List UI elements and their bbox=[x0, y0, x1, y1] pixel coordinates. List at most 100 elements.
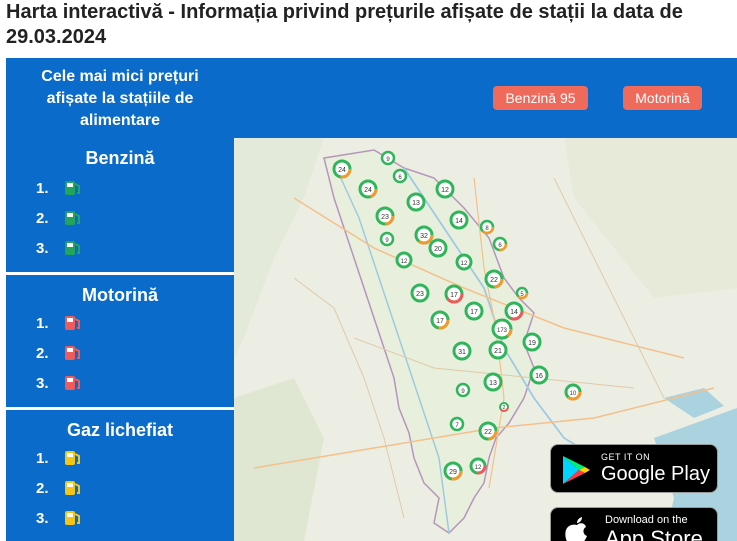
cluster-count: 21 bbox=[494, 348, 502, 355]
gas-pump-icon[interactable] bbox=[64, 480, 82, 496]
map-cluster-marker[interactable]: 32 bbox=[414, 225, 434, 245]
cluster-count: 29 bbox=[449, 469, 457, 476]
map-cluster-marker[interactable]: 17 bbox=[430, 310, 450, 330]
map-cluster-marker[interactable]: 5 bbox=[515, 286, 529, 300]
map-cluster-marker[interactable]: 21 bbox=[488, 340, 508, 360]
map-cluster-marker[interactable]: 23 bbox=[410, 283, 430, 303]
map-cluster-marker[interactable]: 20 bbox=[428, 238, 448, 258]
motorina-button[interactable]: Motorină bbox=[623, 86, 702, 110]
google-play-small-text: GET IT ON bbox=[601, 452, 651, 462]
cluster-count: 17 bbox=[450, 292, 458, 299]
cluster-count: 19 bbox=[528, 340, 536, 347]
map-cluster-marker[interactable]: 173 bbox=[491, 318, 513, 340]
benzina-95-button[interactable]: Benzină 95 bbox=[493, 86, 588, 110]
map-cluster-marker[interactable]: 6 bbox=[392, 168, 408, 184]
map-cluster-marker[interactable]: 17 bbox=[444, 284, 464, 304]
app-store-small-text: Download on the bbox=[605, 514, 688, 526]
rank-label: 1. bbox=[36, 450, 49, 467]
map-cluster-marker[interactable]: 10 bbox=[564, 383, 582, 401]
cluster-count: 14 bbox=[455, 218, 463, 225]
gas-pump-icon[interactable] bbox=[64, 210, 82, 226]
cluster-count: 24 bbox=[338, 167, 346, 174]
rank-label: 2. bbox=[36, 210, 49, 227]
map-cluster-marker[interactable]: 22 bbox=[484, 269, 504, 289]
gas-pump-icon[interactable] bbox=[64, 240, 82, 256]
cluster-count: 17 bbox=[470, 309, 478, 316]
cluster-count: 31 bbox=[458, 349, 466, 356]
map-cluster-marker[interactable]: 13 bbox=[406, 192, 426, 212]
map-cluster-marker[interactable]: 12 bbox=[469, 457, 487, 475]
cluster-count: 32 bbox=[420, 233, 428, 240]
map-cluster-marker[interactable]: 29 bbox=[443, 461, 463, 481]
gas-pump-icon[interactable] bbox=[64, 450, 82, 466]
cluster-count: 12 bbox=[401, 259, 408, 265]
map-cluster-marker[interactable]: 24 bbox=[358, 179, 378, 199]
cluster-count: 13 bbox=[412, 200, 420, 207]
panel-title-benzina: Benzină bbox=[85, 148, 155, 168]
cluster-count: 12 bbox=[475, 465, 482, 471]
rank-label: 2. bbox=[36, 480, 49, 497]
fuel-filter-bar: Cele mai mici prețuri afișate la stațiil… bbox=[6, 58, 737, 138]
map-cluster-marker[interactable]: 17 bbox=[464, 301, 484, 321]
cluster-count: 24 bbox=[364, 187, 372, 194]
apple-icon bbox=[565, 517, 587, 541]
map-cluster-marker[interactable]: 14 bbox=[504, 301, 524, 321]
panel-title-motorina: Motorină bbox=[82, 285, 158, 305]
rank-label: 1. bbox=[36, 180, 49, 197]
cluster-count: 12 bbox=[461, 261, 468, 267]
interactive-map[interactable]: 24 9 6 24 13 12 23 14 8 9 32 20 6 12 12 … bbox=[234, 138, 737, 541]
cluster-count: 22 bbox=[490, 277, 498, 284]
rank-label: 3. bbox=[36, 240, 49, 257]
cluster-count: 14 bbox=[510, 309, 518, 316]
map-cluster-marker[interactable]: 8 bbox=[479, 219, 495, 235]
map-cluster-marker[interactable]: 9 bbox=[455, 382, 471, 398]
panel-benzina: Benzină 1. 2. 3. bbox=[6, 138, 234, 273]
map-cluster-marker[interactable]: 24 bbox=[332, 159, 352, 179]
cluster-count: 22 bbox=[484, 429, 492, 436]
cluster-count: 173 bbox=[497, 328, 508, 334]
panel-title-gaz-lichefiat: Gaz lichefiat bbox=[66, 420, 174, 440]
gas-pump-icon[interactable] bbox=[64, 345, 82, 361]
map-cluster-marker[interactable]: 7 bbox=[449, 416, 465, 432]
map-cluster-marker[interactable]: 12 bbox=[395, 251, 413, 269]
app-store-big-text: App Store bbox=[605, 526, 703, 541]
rank-label: 2. bbox=[36, 345, 49, 362]
cluster-count: 12 bbox=[441, 187, 449, 194]
map-cluster-marker[interactable]: 2 bbox=[499, 402, 509, 412]
lowest-prices-caption: Cele mai mici prețuri afișate la stațiil… bbox=[41, 68, 199, 129]
panel-gaz-lichefiat: Gaz lichefiat 1. 2. 3. bbox=[6, 410, 234, 541]
map-cluster-marker[interactable]: 9 bbox=[380, 150, 396, 166]
map-cluster-marker[interactable]: 14 bbox=[449, 210, 469, 230]
map-cluster-marker[interactable]: 23 bbox=[375, 206, 395, 226]
map-cluster-marker[interactable]: 31 bbox=[452, 341, 472, 361]
cluster-count: 2 bbox=[503, 405, 506, 411]
map-cluster-marker[interactable]: 9 bbox=[379, 231, 395, 247]
gas-pump-icon[interactable] bbox=[64, 315, 82, 331]
map-cluster-marker[interactable]: 13 bbox=[483, 372, 503, 392]
map-cluster-marker[interactable]: 6 bbox=[492, 236, 508, 252]
page-title: Harta interactivă - Informația privind p… bbox=[6, 1, 683, 48]
cluster-count: 13 bbox=[489, 380, 497, 387]
cluster-count: 16 bbox=[535, 373, 543, 380]
google-play-icon bbox=[563, 456, 590, 484]
gas-pump-icon[interactable] bbox=[64, 510, 82, 526]
gas-pump-icon[interactable] bbox=[64, 375, 82, 391]
panel-motorina: Motorină 1. 2. 3. bbox=[6, 275, 234, 407]
gas-pump-icon[interactable] bbox=[64, 180, 82, 196]
map-cluster-marker[interactable]: 16 bbox=[529, 365, 549, 385]
google-play-badge[interactable]: GET IT ON Google Play bbox=[550, 444, 718, 493]
map-cluster-marker[interactable]: 19 bbox=[522, 332, 542, 352]
cluster-count: 17 bbox=[436, 318, 444, 325]
map-cluster-marker[interactable]: 12 bbox=[455, 253, 473, 271]
app-store-badge[interactable]: Download on the App Store bbox=[550, 507, 718, 541]
map-cluster-marker[interactable]: 22 bbox=[478, 421, 498, 441]
rank-label: 3. bbox=[36, 510, 49, 527]
cluster-count: 23 bbox=[416, 291, 424, 298]
rank-label: 1. bbox=[36, 315, 49, 332]
google-play-big-text: Google Play bbox=[601, 463, 710, 485]
rank-label: 3. bbox=[36, 375, 49, 392]
map-cluster-marker[interactable]: 12 bbox=[435, 179, 455, 199]
cluster-count: 23 bbox=[381, 214, 389, 221]
cluster-count: 20 bbox=[434, 246, 442, 253]
cluster-count: 10 bbox=[570, 391, 577, 397]
